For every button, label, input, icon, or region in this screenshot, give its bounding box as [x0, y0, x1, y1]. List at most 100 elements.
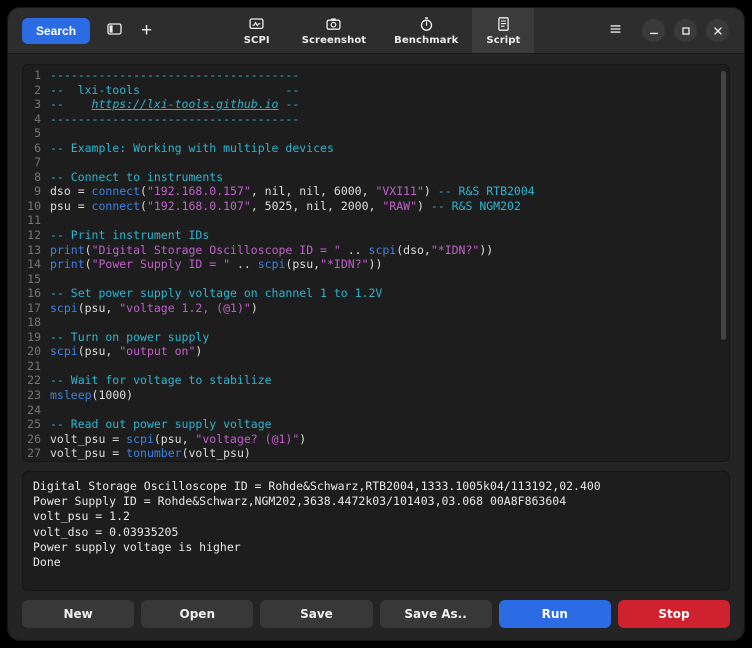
code-token: "voltage 1.2, (@1)" — [119, 301, 251, 315]
code-token: -- R&S NGM202 — [431, 199, 521, 213]
close-button[interactable] — [706, 19, 729, 42]
line-number: 22 — [23, 373, 50, 388]
tab-benchmark[interactable]: Benchmark — [380, 8, 472, 53]
code-token: psu = — [50, 199, 92, 213]
code-text: -- lxi-tools -- — [50, 83, 299, 98]
script-icon — [495, 16, 512, 32]
code-line: 6-- Example: Working with multiple devic… — [23, 141, 729, 156]
code-token: .. — [230, 257, 258, 271]
line-number: 21 — [23, 359, 50, 374]
code-token: ------------------------------------ — [50, 112, 299, 126]
stop-button[interactable]: Stop — [618, 600, 730, 628]
code-text: ------------------------------------ — [50, 68, 299, 83]
tab-strip: SCPI Screenshot Benchmark Script — [226, 8, 535, 53]
code-line: 18 — [23, 315, 729, 330]
code-text: psu = connect("192.168.0.107", 5025, nil… — [50, 199, 521, 214]
open-button[interactable]: Open — [141, 600, 253, 628]
sidebar-toggle-button[interactable] — [104, 19, 125, 42]
header-bar: Search + SCPI Screenshot Benchmark Script — [8, 8, 744, 54]
code-line: 19-- Turn on power supply — [23, 330, 729, 345]
line-number: 19 — [23, 330, 50, 345]
code-token: ) — [417, 199, 431, 213]
minimize-icon — [648, 25, 660, 37]
code-text: -- Turn on power supply — [50, 330, 209, 345]
primary-menu-button[interactable] — [606, 20, 625, 41]
code-line: 24 — [23, 403, 729, 418]
console-line: volt_dso = 0.03935205 — [33, 525, 719, 540]
code-editor[interactable]: 1------------------------------------2--… — [22, 64, 730, 462]
code-token: scpi — [258, 257, 286, 271]
code-link[interactable]: https://lxi-tools.github.io — [92, 97, 279, 111]
code-token: connect — [92, 199, 140, 213]
tab-label: Screenshot — [302, 35, 366, 46]
screenshot-icon — [325, 16, 342, 32]
console-line: Power supply voltage is higher — [33, 540, 719, 555]
code-token: ( — [85, 243, 92, 257]
code-line: 17scpi(psu, "voltage 1.2, (@1)") — [23, 301, 729, 316]
tab-label: Script — [486, 35, 520, 46]
line-number: 18 — [23, 315, 50, 330]
code-line: 8-- Connect to instruments — [23, 170, 729, 185]
code-token: volt_psu = — [50, 446, 126, 460]
search-button[interactable]: Search — [22, 18, 90, 44]
minimize-button[interactable] — [642, 19, 665, 42]
code-line: 3-- https://lxi-tools.github.io -- — [23, 97, 729, 112]
header-right-group — [592, 8, 744, 53]
menu-icon — [608, 22, 623, 39]
save-button[interactable]: Save — [260, 600, 372, 628]
code-token: dso = — [50, 184, 92, 198]
code-token: -- — [50, 97, 92, 111]
code-token: "*IDN?" — [431, 243, 479, 257]
header-left-group: Search + — [8, 8, 168, 53]
code-line: 20scpi(psu, "output on") — [23, 344, 729, 359]
save-as-button[interactable]: Save As.. — [380, 600, 492, 628]
code-token: -- Example: Working with multiple device… — [50, 141, 334, 155]
code-token: "192.168.0.157" — [147, 184, 251, 198]
code-token: )) — [369, 257, 383, 271]
scpi-icon — [248, 16, 265, 32]
line-number: 5 — [23, 126, 50, 141]
code-line: 16-- Set power supply voltage on channel… — [23, 286, 729, 301]
code-token: "RAW" — [382, 199, 417, 213]
code-text: -- Print instrument IDs — [50, 228, 209, 243]
code-token: ( — [140, 184, 147, 198]
line-number: 17 — [23, 301, 50, 316]
maximize-button[interactable] — [674, 19, 697, 42]
code-token: ------------------------------------ — [50, 68, 299, 82]
code-text: dso = connect("192.168.0.157", nil, nil,… — [50, 184, 535, 199]
tab-scpi[interactable]: SCPI — [226, 8, 288, 53]
new-button[interactable]: New — [22, 600, 134, 628]
code-token: ) — [251, 301, 258, 315]
code-text: volt_psu = tonumber(volt_psu) — [50, 446, 251, 461]
code-token: scpi — [50, 344, 78, 358]
add-tab-button[interactable]: + — [139, 21, 154, 41]
console-line: Done — [33, 555, 719, 570]
tab-screenshot[interactable]: Screenshot — [288, 8, 380, 53]
code-token: print — [50, 243, 85, 257]
run-button[interactable]: Run — [499, 600, 611, 628]
code-token: ) — [424, 184, 438, 198]
code-token: -- Read out power supply voltage — [50, 417, 272, 431]
line-number: 23 — [23, 388, 50, 403]
console-output[interactable]: Digital Storage Oscilloscope ID = Rohde&… — [22, 471, 730, 591]
content-area: 1------------------------------------2--… — [8, 54, 744, 640]
code-line: 26volt_psu = scpi(psu, "voltage? (@1)") — [23, 432, 729, 447]
code-text: -- Example: Working with multiple device… — [50, 141, 334, 156]
line-number: 27 — [23, 446, 50, 461]
code-line: 13print("Digital Storage Oscilloscope ID… — [23, 243, 729, 258]
code-token: ) — [299, 432, 306, 446]
code-token: print — [50, 257, 85, 271]
console-line: volt_psu = 1.2 — [33, 509, 719, 524]
code-token: (psu, — [78, 344, 120, 358]
code-token: -- lxi-tools -- — [50, 83, 299, 97]
code-token: msleep — [50, 388, 92, 402]
line-number: 9 — [23, 184, 50, 199]
editor-scrollbar[interactable] — [721, 71, 726, 340]
line-number: 11 — [23, 213, 50, 228]
code-token: "VXI11" — [375, 184, 423, 198]
code-line: 1------------------------------------ — [23, 68, 729, 83]
app-window: Search + SCPI Screenshot Benchmark Script — [8, 8, 744, 640]
tab-script[interactable]: Script — [472, 8, 534, 53]
code-token: )) — [479, 243, 493, 257]
line-number: 24 — [23, 403, 50, 418]
